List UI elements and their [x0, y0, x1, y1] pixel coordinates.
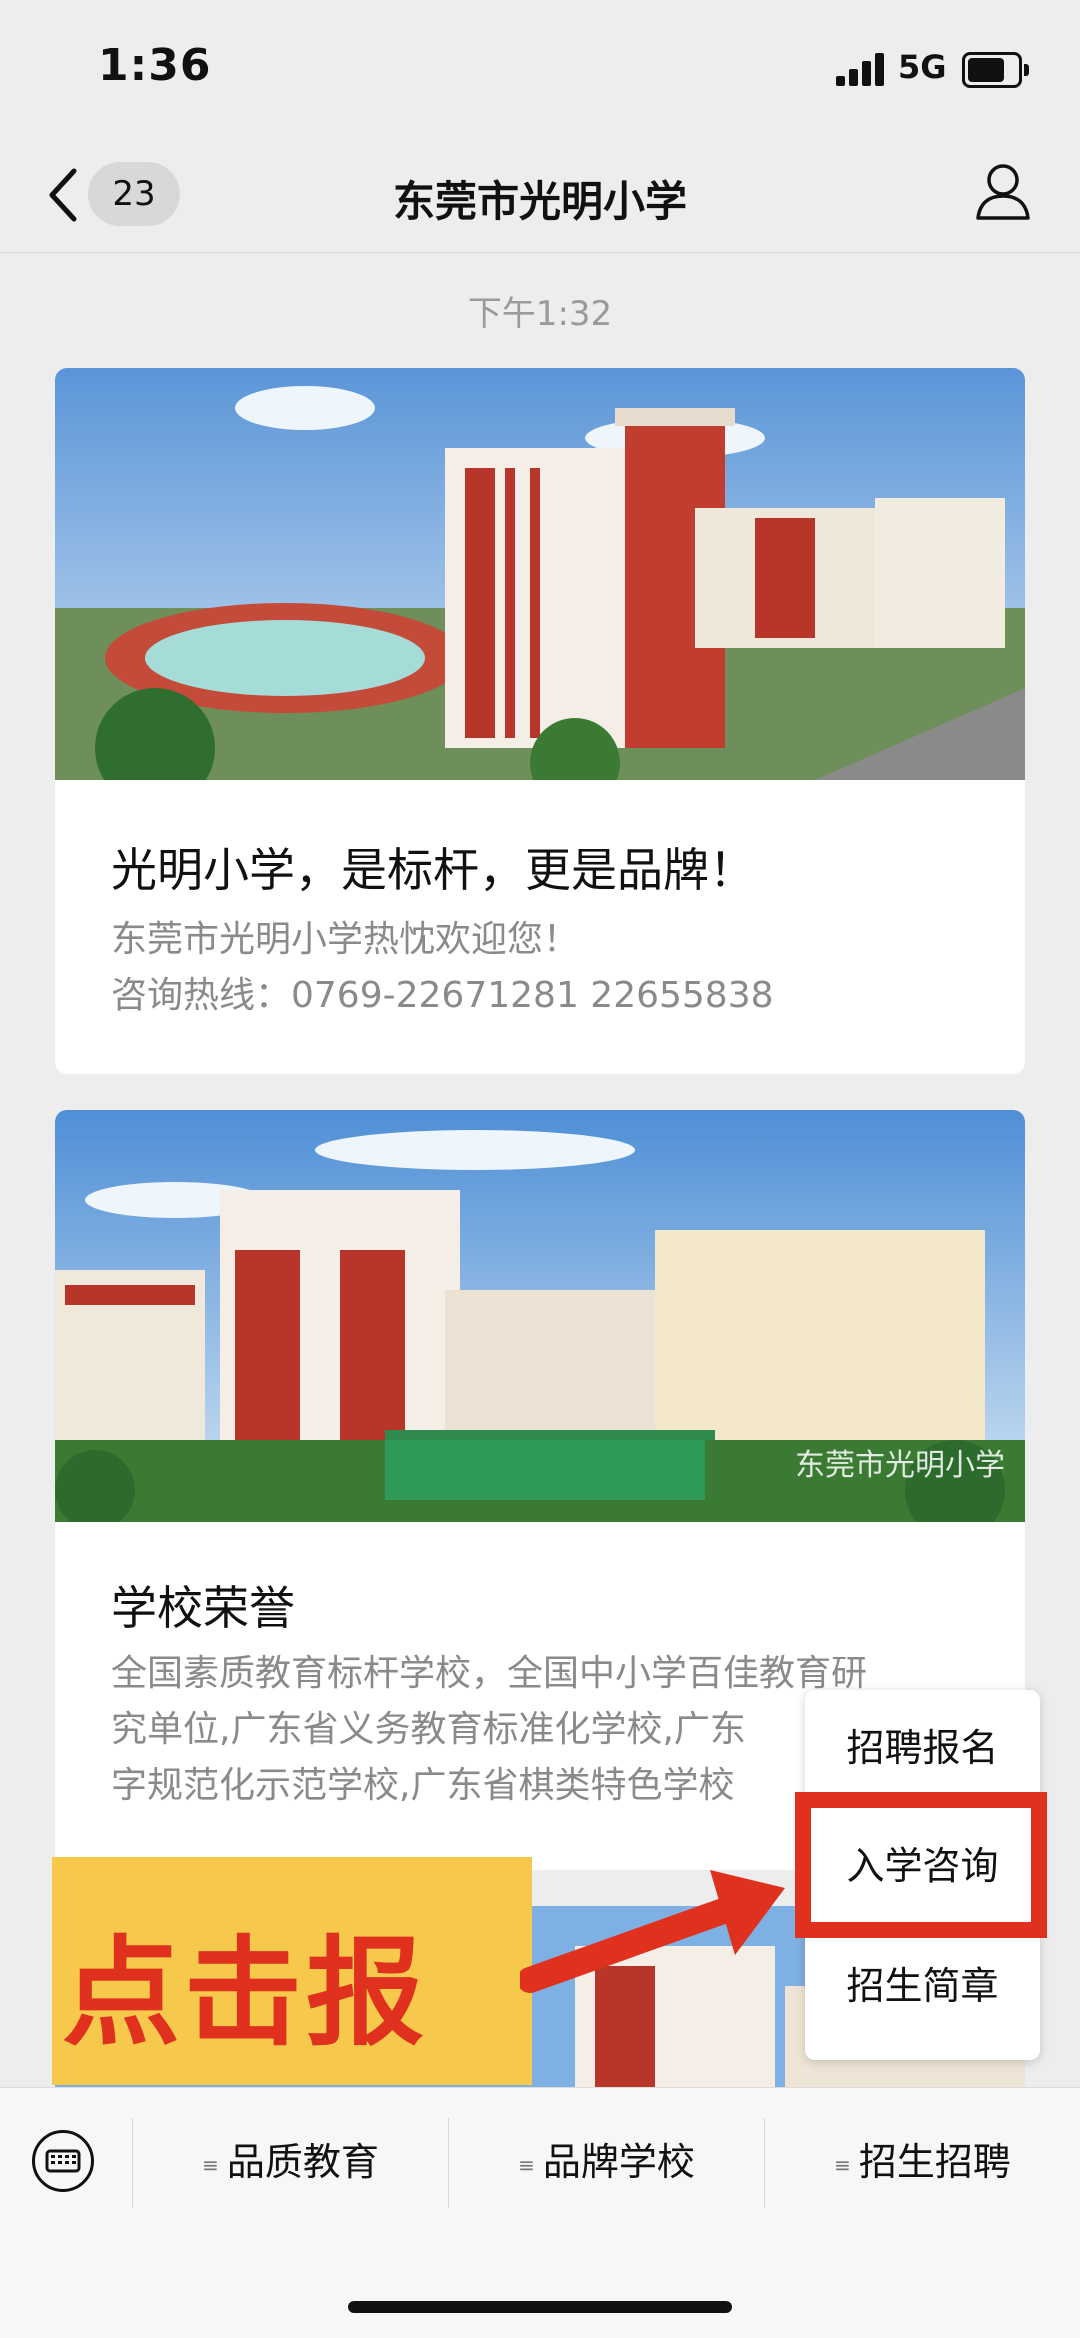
signal-icon	[836, 52, 884, 86]
article-desc-line: 究单位,广东省义务教育标准化学校,广东	[111, 1709, 746, 1750]
menu-tab-label: 品牌学校	[542, 2140, 695, 2184]
article-card[interactable]: 光明小学，是标杆，更是品牌！ 东莞市光明小学热忱欢迎您！ 咨询热线：0769-2…	[55, 368, 1025, 1074]
menu-tab-label: 招生招聘	[858, 2140, 1011, 2184]
menu-lines-icon: ≡	[834, 2152, 851, 2177]
article-description: 东莞市光明小学热忱欢迎您！ 咨询热线：0769-22671281 2265583…	[111, 912, 774, 1024]
cover-watermark: 东莞市光明小学	[795, 1448, 1005, 1483]
message-timestamp: 下午1:32	[467, 294, 613, 334]
article-title[interactable]: 光明小学，是标杆，更是品牌！	[111, 834, 755, 900]
menu-tab-label: 品质教育	[226, 2140, 379, 2184]
menu-tab-quality-education[interactable]: ≡ 品质教育	[133, 2106, 448, 2218]
home-indicator	[348, 2301, 732, 2313]
status-bar: 1:36 5G	[0, 0, 1080, 140]
network-type: 5G	[898, 48, 947, 86]
school-cover-image[interactable]	[55, 368, 1025, 808]
menu-item-recruit-apply[interactable]: 招聘报名	[805, 1708, 1040, 1788]
article-description: 全国素质教育标杆学校，全国中小学百佳教育研 究单位,广东省义务教育标准化学校,广…	[111, 1646, 867, 1814]
menu-item-admission-brochure[interactable]: 招生简章	[805, 1946, 1040, 2026]
article-desc-line: 东莞市光明小学热忱欢迎您！	[111, 919, 580, 960]
article-desc-line: 咨询热线：0769-22671281 22655838	[111, 975, 774, 1016]
article-desc-line: 全国素质教育标杆学校，全国中小学百佳教育研	[111, 1653, 868, 1694]
school-cover-image[interactable]: 东莞市光明小学	[55, 1110, 1025, 1540]
highlight-box	[795, 1792, 1047, 1938]
article-title[interactable]: 学校荣誉	[111, 1572, 295, 1638]
annotation-arrow-icon	[520, 1870, 785, 1993]
menu-lines-icon: ≡	[202, 2152, 219, 2177]
profile-icon[interactable]	[972, 160, 1034, 222]
annotation-label: 点击报名	[52, 1857, 532, 2233]
menu-lines-icon: ≡	[518, 2152, 535, 2177]
status-time: 1:36	[98, 40, 212, 91]
menu-tab-brand-school[interactable]: ≡ 品牌学校	[449, 2106, 764, 2218]
bottom-menu-bar: ≡ 品质教育 ≡ 品牌学校 ≡ 招生招聘	[0, 2087, 1080, 2338]
menu-tab-enrollment[interactable]: ≡ 招生招聘	[765, 2106, 1080, 2218]
article-desc-line: 字规范化示范学校,广东省棋类特色学校	[111, 1765, 735, 1806]
page-title: 东莞市光明小学	[392, 177, 687, 226]
keyboard-icon[interactable]	[32, 2130, 94, 2192]
chat-header: 23 东莞市光明小学	[0, 140, 1080, 253]
battery-icon	[962, 52, 1029, 88]
